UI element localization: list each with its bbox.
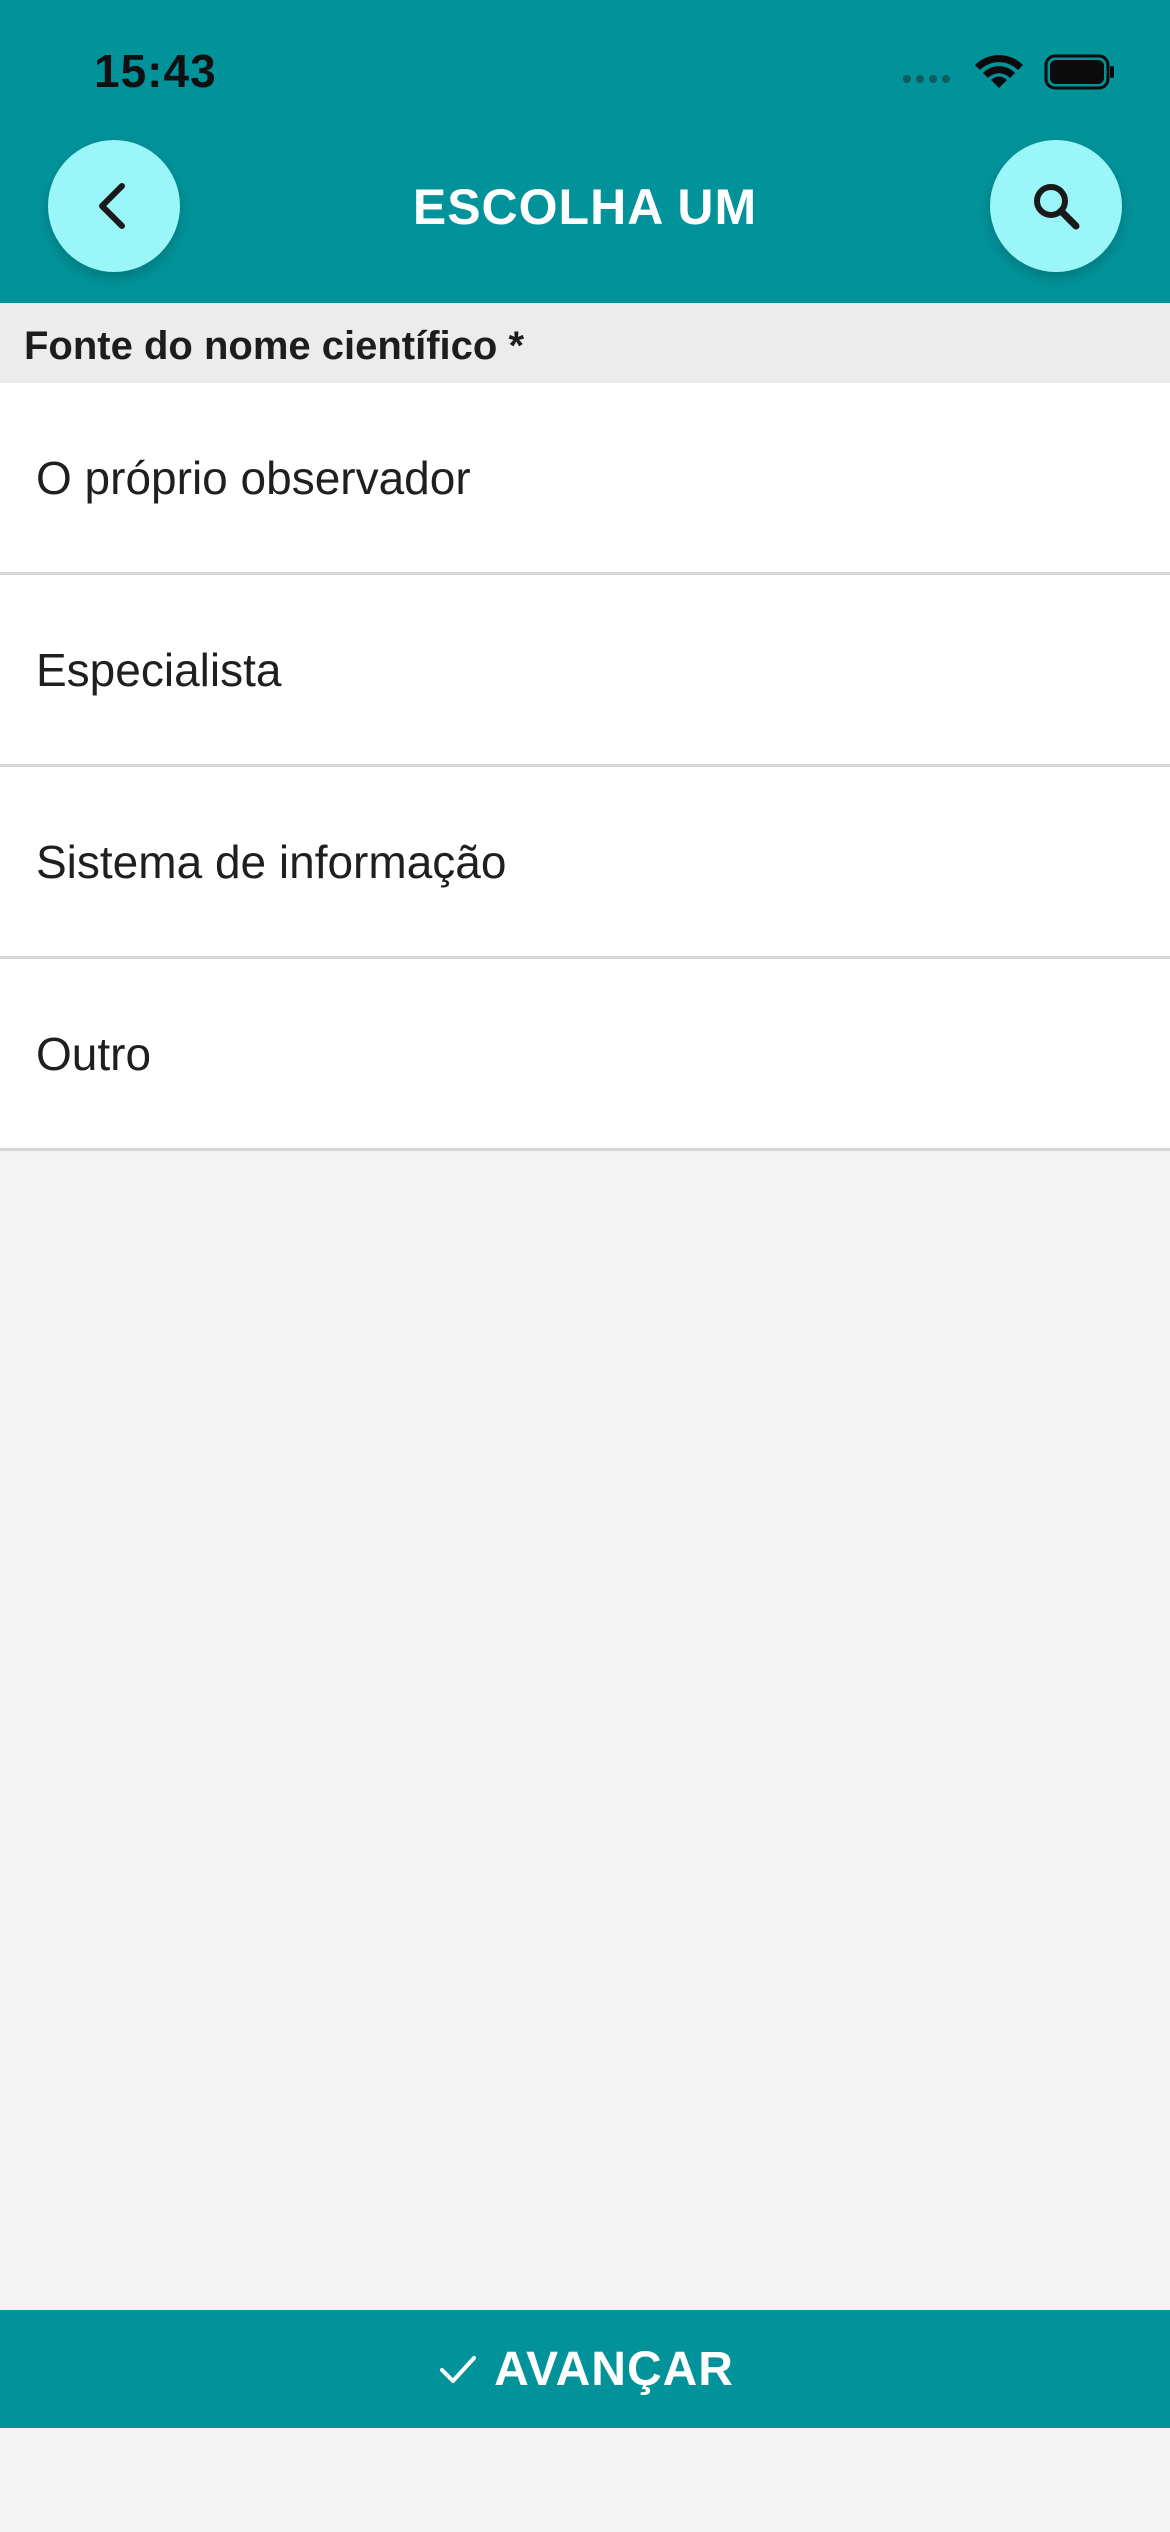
status-time: 15:43 xyxy=(94,45,217,97)
option-item[interactable]: Sistema de informação xyxy=(0,767,1170,959)
option-item[interactable]: O próprio observador xyxy=(0,383,1170,575)
wifi-icon xyxy=(975,55,1023,88)
option-label: Especialista xyxy=(36,643,282,696)
option-label: Outro xyxy=(36,1027,152,1080)
option-item[interactable]: Outro xyxy=(0,959,1170,1151)
status-indicators xyxy=(903,52,1116,92)
advance-button[interactable]: AVANÇAR xyxy=(0,2310,1170,2428)
option-label: O próprio observador xyxy=(36,451,471,504)
app-screen: 15:43 ESCOLHA UM Fonte do nome científic… xyxy=(0,0,1170,2532)
search-icon xyxy=(1034,184,1080,230)
cellular-signal-icon xyxy=(903,75,950,83)
option-list: O próprio observador Especialista Sistem… xyxy=(0,383,1170,1151)
search-button[interactable] xyxy=(990,140,1122,272)
check-icon xyxy=(440,2356,477,2383)
advance-label: AVANÇAR xyxy=(494,2342,734,2396)
option-label: Sistema de informação xyxy=(36,835,507,888)
option-item[interactable]: Especialista xyxy=(0,575,1170,767)
battery-icon xyxy=(1044,54,1114,90)
app-header: 15:43 ESCOLHA UM xyxy=(0,0,1170,303)
section-label: Fonte do nome científico * xyxy=(0,303,1170,383)
